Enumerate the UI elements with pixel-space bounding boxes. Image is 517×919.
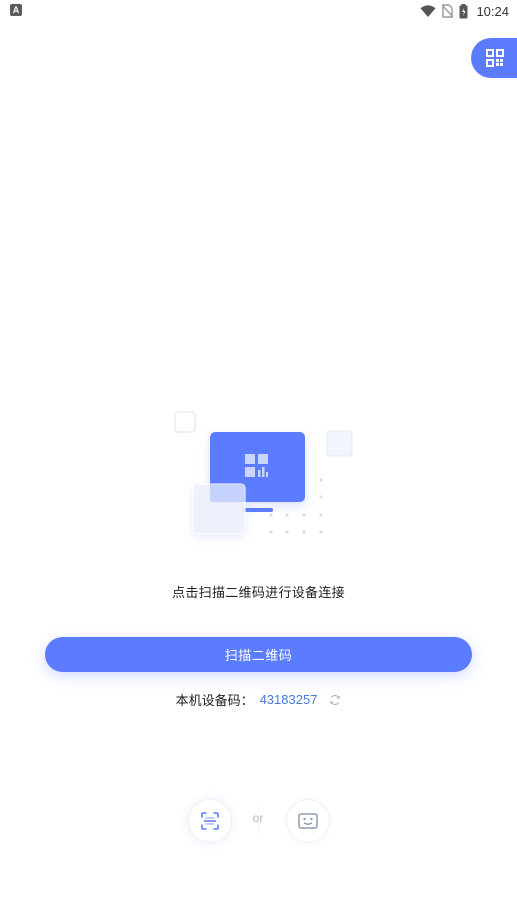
device-code-value: 43183257 [259,692,318,707]
scan-frame-icon [201,812,219,830]
device-code-label: 本机设备码： [175,694,254,709]
monitor-qr-illustration [174,411,353,535]
device-code-icon [298,813,318,829]
no-sim-icon [442,4,454,18]
scan-qr-button[interactable]: 扫描二维码 [45,637,472,672]
scan-qr-button-label: 扫描二维码 [224,649,293,664]
device-code-option-button[interactable] [286,799,330,843]
qr-code-tab-button[interactable] [471,38,517,78]
or-text: or [248,811,268,825]
refresh-icon[interactable] [329,694,341,706]
battery-icon [459,3,468,18]
device-code-row: 本机设备码： 43183257 [0,690,517,709]
clock: 10:24 [476,3,509,19]
connect-hint-text: 点击扫描二维码进行设备连接 [172,586,345,601]
status-icons: 10:24 [420,2,509,20]
scan-option-button[interactable] [188,799,232,843]
status-bar: A 10:24 [0,0,517,22]
qr-code-icon [486,49,504,67]
wifi-icon [420,4,436,17]
app-notification-icon: A [10,4,22,16]
